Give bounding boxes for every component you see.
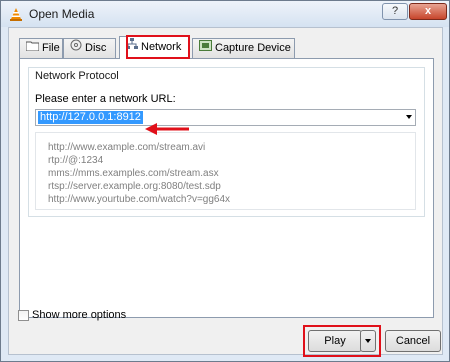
url-prompt: Please enter a network URL: [35,93,176,105]
example-url: mms://mms.examples.com/stream.asx [48,168,219,179]
title-bar[interactable]: Open Media ? x [1,1,449,27]
show-more-checkbox[interactable] [18,310,29,321]
chevron-down-icon[interactable] [406,115,412,119]
example-url: rtsp://server.example.org:8080/test.sdp [48,181,221,192]
cancel-button[interactable]: Cancel [385,330,441,352]
vlc-cone-icon [10,8,22,21]
network-tab-highlight [126,35,190,59]
example-url: rtp://@:1234 [48,155,104,166]
network-url-value: http://127.0.0.1:8912 [38,111,143,124]
tab-disc[interactable]: Disc [63,38,116,58]
network-url-combobox[interactable]: http://127.0.0.1:8912 [35,109,416,126]
network-panel: Network Protocol Please enter a network … [19,58,434,318]
play-button-highlight [303,325,381,357]
network-protocol-group: Network Protocol Please enter a network … [28,67,425,217]
tab-capture-device-label: Capture Device [215,42,291,54]
open-media-dialog: Open Media ? x File Disc Network Capture… [0,0,450,362]
tab-file-label: File [42,42,60,54]
url-examples: http://www.example.com/stream.avi rtp://… [35,132,416,210]
group-title: Network Protocol [35,70,119,82]
tab-disc-label: Disc [85,42,107,54]
folder-icon [25,39,40,57]
show-more-label: Show more options [32,309,127,321]
disc-icon [70,39,82,57]
close-button[interactable]: x [409,3,447,20]
example-url: http://www.yourtube.com/watch?v=gg64x [48,194,231,205]
red-arrow-annotation [145,123,189,135]
capture-device-icon [199,39,212,57]
tab-file[interactable]: File [19,38,63,58]
tab-capture-device[interactable]: Capture Device [192,38,295,58]
window-title: Open Media [29,7,95,21]
example-url: http://www.example.com/stream.avi [48,142,206,153]
help-button[interactable]: ? [382,3,408,20]
dialog-body: File Disc Network Capture Device Network… [8,27,443,357]
